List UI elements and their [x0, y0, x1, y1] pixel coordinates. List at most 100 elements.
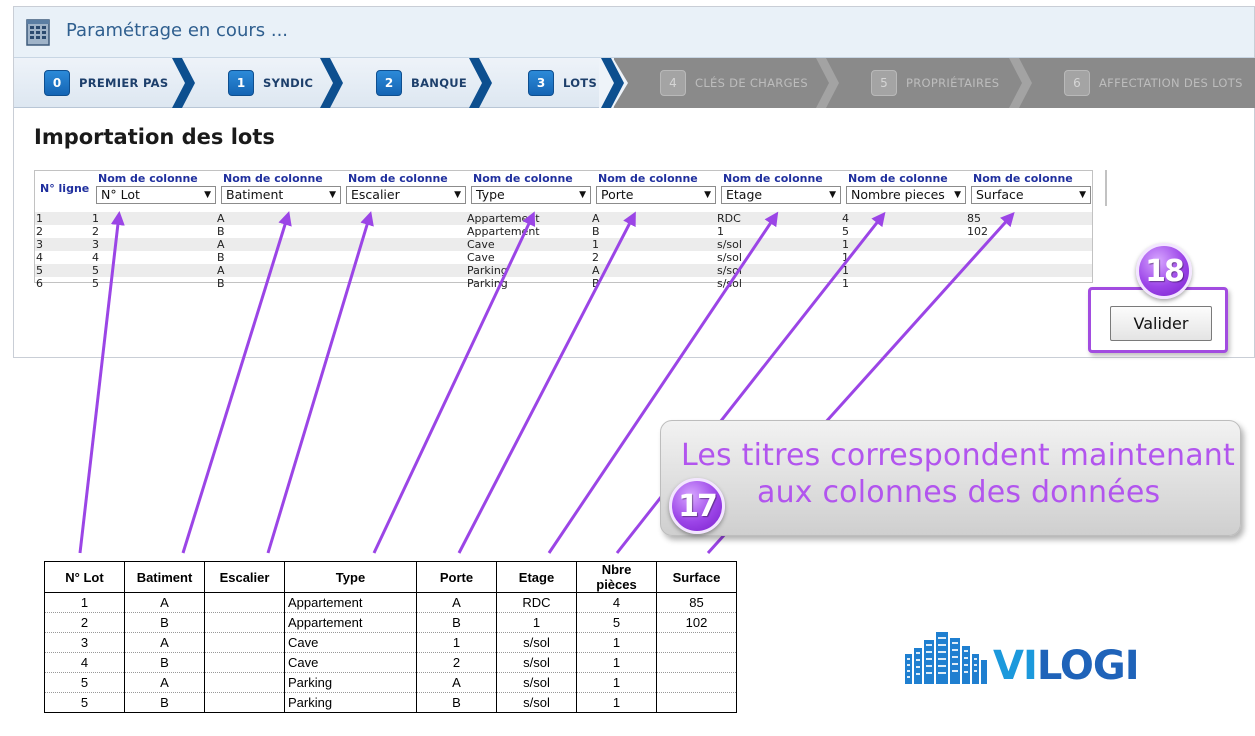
- step-label: BANQUE: [411, 76, 468, 90]
- grid-cell: Cave: [467, 251, 495, 264]
- column-select[interactable]: Porte ▼: [596, 186, 716, 204]
- column-caption: Nom de colonne: [973, 172, 1073, 185]
- reference-cell: 2: [44, 612, 125, 633]
- column-select[interactable]: Nombre pieces ▼: [846, 186, 966, 204]
- reference-cell: Parking: [284, 672, 417, 693]
- grid-cell: Parking: [467, 277, 508, 290]
- chevron-right-icon: [599, 58, 628, 108]
- reference-cell: A: [124, 632, 205, 653]
- step-label: PROPRIÉTAIRES: [906, 76, 1000, 90]
- reference-table-header: N° Lot Batiment Escalier Type Porte Etage Nbre…: [44, 561, 737, 593]
- reference-table-row: 3 A Cave 1 s/sol 1: [44, 632, 737, 653]
- reference-cell: [204, 672, 285, 693]
- grid-cell: Cave: [467, 238, 495, 251]
- reference-cell: 5: [44, 672, 125, 693]
- reference-cell: B: [416, 692, 497, 713]
- reference-cell: 5: [44, 692, 125, 713]
- reference-cell: A: [124, 672, 205, 693]
- grid-cell: RDC: [717, 212, 741, 225]
- reference-cell: A: [416, 592, 497, 613]
- column-caption: Nom de colonne: [848, 172, 948, 185]
- column-select[interactable]: Etage ▼: [721, 186, 841, 204]
- column-select[interactable]: N° Lot ▼: [96, 186, 216, 204]
- step-lots[interactable]: 3 LOTS: [528, 58, 597, 108]
- chevron-right-icon: [172, 58, 195, 108]
- grid-cell: 85: [967, 212, 981, 225]
- reference-header-cell: Escalier: [204, 561, 285, 593]
- step-number: 4: [660, 70, 686, 96]
- grid-scroll-edge: [1093, 170, 1107, 206]
- step-premier-pas[interactable]: 0 PREMIER PAS: [44, 58, 168, 108]
- logo-vi: VI: [993, 643, 1038, 689]
- step-label: CLÉS DE CHARGES: [695, 76, 808, 90]
- grid-cell: 4: [92, 251, 99, 264]
- column-select[interactable]: Escalier ▼: [346, 186, 466, 204]
- step-banque[interactable]: 2 BANQUE: [376, 58, 467, 108]
- grid-row: 2 2 B Appartement B 1 5 102: [35, 225, 1092, 238]
- column-select[interactable]: Type ▼: [471, 186, 591, 204]
- grid-cell: 4: [842, 212, 849, 225]
- grid-cell: B: [217, 251, 225, 264]
- grid-cell: s/sol: [717, 238, 742, 251]
- grid-cell: A: [592, 264, 600, 277]
- reference-cell: RDC: [496, 592, 577, 613]
- reference-table-row: 2 B Appartement B 1 5 102: [44, 612, 737, 633]
- dropdown-arrow-icon: ▼: [704, 190, 711, 200]
- reference-cell: 1: [496, 612, 577, 633]
- column-select-value: Nombre pieces: [851, 187, 945, 202]
- grid-cell: 3: [92, 238, 99, 251]
- app-title: Paramétrage en cours ...: [66, 20, 289, 41]
- step-cles-de-charges[interactable]: 4 CLÉS DE CHARGES: [660, 58, 808, 108]
- reference-cell: s/sol: [496, 632, 577, 653]
- column-mapping-0: Nom de colonne N° Lot ▼: [96, 172, 218, 204]
- grid-cell: 2: [592, 251, 599, 264]
- reference-header-cell: N° Lot: [44, 561, 125, 593]
- grid-cell: 1: [842, 251, 849, 264]
- column-mapping-3: Nom de colonne Type ▼: [471, 172, 593, 204]
- reference-cell: [656, 632, 737, 653]
- grid-cell: 5: [92, 277, 99, 290]
- grid-row: 1 1 A Appartement A RDC 4 85: [35, 212, 1092, 225]
- column-caption: Nom de colonne: [348, 172, 448, 185]
- vilogi-logo-text: VILOGI: [993, 643, 1140, 689]
- step-syndic[interactable]: 1 SYNDIC: [228, 58, 313, 108]
- step-label: PREMIER PAS: [79, 76, 169, 90]
- reference-header-cell: Nbre pièces: [576, 561, 657, 593]
- grid-cell-line: 5: [36, 264, 43, 277]
- column-select[interactable]: Surface ▼: [971, 186, 1091, 204]
- grid-cell: Appartement: [467, 225, 540, 238]
- reference-table: N° Lot Batiment Escalier Type Porte Etage Nbre…: [44, 561, 737, 713]
- reference-cell: [204, 592, 285, 613]
- reference-header-cell: Batiment: [124, 561, 205, 593]
- column-caption: Nom de colonne: [598, 172, 698, 185]
- grid-row: 3 3 A Cave 1 s/sol 1: [35, 238, 1092, 251]
- column-select[interactable]: Batiment ▼: [221, 186, 341, 204]
- reference-cell: [204, 612, 285, 633]
- reference-cell: Cave: [284, 652, 417, 673]
- grid-cell: A: [217, 212, 225, 225]
- column-select-value: Etage: [726, 187, 763, 202]
- step-number: 3: [528, 70, 554, 96]
- column-caption: Nom de colonne: [98, 172, 198, 185]
- step-affectation-des-lots[interactable]: 6 AFFECTATION DES LOTS: [1064, 58, 1243, 108]
- step-label: SYNDIC: [263, 76, 314, 90]
- grid-cell: Appartement: [467, 212, 540, 225]
- grid-cell: 5: [92, 264, 99, 277]
- reference-cell: 3: [44, 632, 125, 653]
- reference-cell: [204, 632, 285, 653]
- grid-cell: B: [217, 225, 225, 238]
- reference-cell: B: [124, 652, 205, 673]
- step-proprietaires[interactable]: 5 PROPRIÉTAIRES: [871, 58, 999, 108]
- validate-button[interactable]: Valider: [1110, 306, 1212, 341]
- reference-cell: B: [124, 612, 205, 633]
- reference-cell: 85: [656, 592, 737, 613]
- reference-cell: 1: [576, 652, 657, 673]
- grid-row: 4 4 B Cave 2 s/sol 1: [35, 251, 1092, 264]
- grid-cell-line: 4: [36, 251, 43, 264]
- column-caption: Nom de colonne: [473, 172, 573, 185]
- reference-cell: A: [124, 592, 205, 613]
- logo-logi: LOGI: [1036, 643, 1140, 689]
- wizard-steps: 0 PREMIER PAS 1 SYNDIC 2 BANQUE 3 LOTS 4…: [14, 58, 1255, 108]
- column-mapping-1: Nom de colonne Batiment ▼: [221, 172, 343, 204]
- reference-cell: 1: [576, 672, 657, 693]
